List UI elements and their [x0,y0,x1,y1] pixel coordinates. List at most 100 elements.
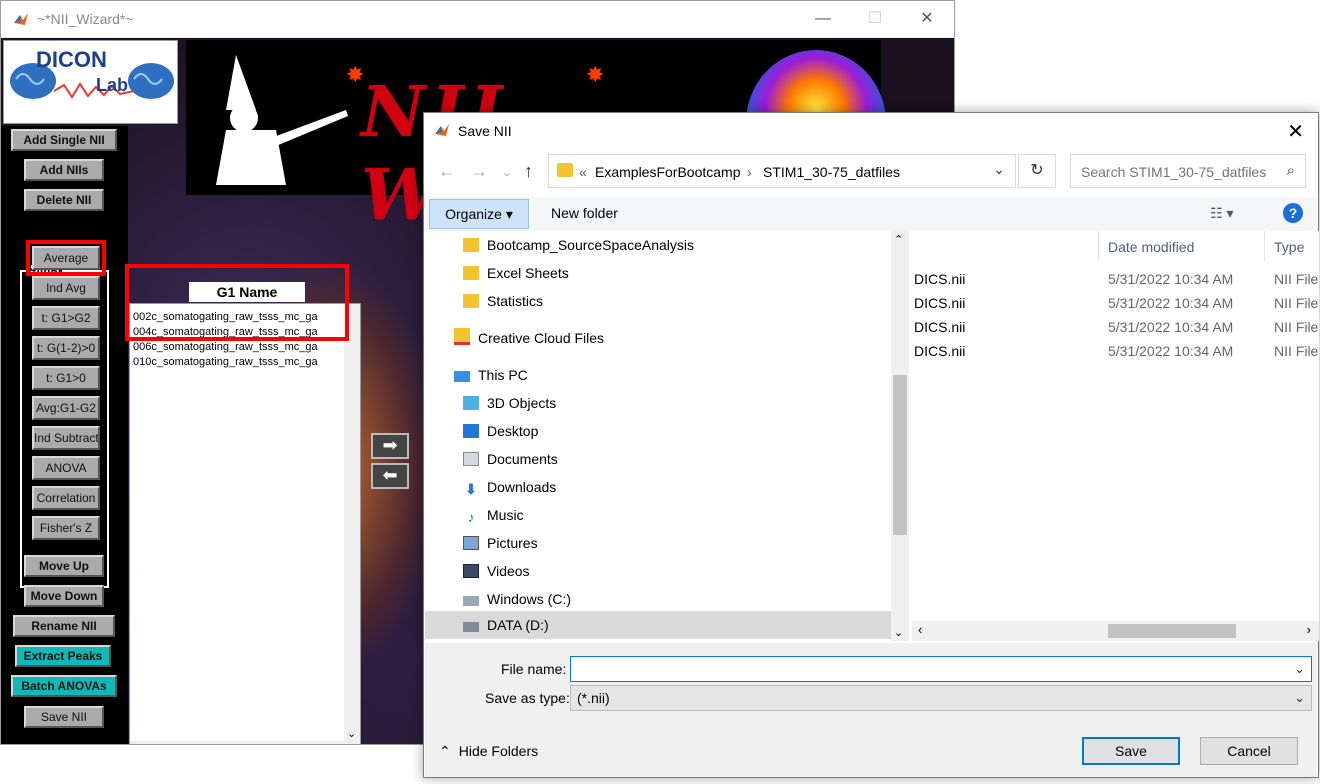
batch-anovas-button[interactable]: Batch ANOVAs [11,675,117,697]
chevron-down-icon[interactable]: ⌄ [347,727,356,740]
save-type-select[interactable]: (*.nii) ⌄ [570,685,1312,711]
correlation-button[interactable]: Correlation [32,486,100,510]
avg-g1-g2-button[interactable]: Avg:G1-G2 [32,396,100,420]
nav-item-pictures[interactable]: Pictures [463,531,538,555]
breadcrumb-overflow[interactable]: « [579,164,587,180]
scrollbar-thumb[interactable] [148,744,192,745]
nav-item-downloads[interactable]: ⬇ Downloads [463,475,556,499]
move-right-arrow-button[interactable]: ➡ [371,433,409,459]
save-nii-dialog: Save NII ✕ ← → ⌄ ↑ « ExamplesForBootcamp… [423,112,1319,778]
close-icon[interactable]: ✕ [917,9,937,29]
fishers-z-button[interactable]: Fisher's Z [32,516,100,540]
nav-item-this-pc[interactable]: This PC [454,363,528,387]
nav-item-label: This PC [478,367,528,383]
breadcrumb-item[interactable]: STIM1_30-75_datfiles [763,164,900,180]
t-g1-minus-2-button[interactable]: t: G(1-2)>0 [32,336,100,360]
maximize-icon[interactable]: ☐ [865,9,885,29]
search-box[interactable]: ⌕ [1070,154,1306,188]
t-g1-gt-g2-button[interactable]: t: G1>G2 [32,306,100,330]
chevron-right-icon[interactable]: › [336,741,340,744]
delete-nii-button[interactable]: Delete NII [24,189,104,211]
wizard-title: ~*NII_Wizard*~ [37,11,134,27]
save-nii-button[interactable]: Save NII [24,706,104,728]
hide-folders-button[interactable]: ⌃ Hide Folders [439,743,538,760]
nav-item-documents[interactable]: Documents [463,447,558,471]
nav-item-desktop[interactable]: Desktop [463,419,538,443]
view-options-icon[interactable]: ☷ ▾ [1210,205,1233,222]
nav-item-videos[interactable]: Videos [463,559,530,583]
nav-item-creative-cloud[interactable]: Creative Cloud Files [454,326,604,350]
chevron-down-icon[interactable]: ⌄ [1294,686,1305,710]
g1-file-list[interactable]: 002c_somatogating_raw_tsss_mc_ga 004c_so… [129,303,361,745]
address-bar[interactable]: « ExamplesForBootcamp › STIM1_30-75_datf… [548,154,1016,188]
minimize-icon[interactable]: — [813,9,833,29]
file-name-field[interactable]: ⌄ [570,656,1312,682]
chevron-left-icon[interactable]: ‹ [918,622,922,637]
chevron-down-icon[interactable]: ⌄ [993,161,1005,178]
nav-item-excel-sheets[interactable]: Excel Sheets [463,261,569,285]
file-horizontal-scrollbar[interactable]: ‹ › [912,621,1319,641]
chevron-down-icon[interactable]: ⌄ [894,626,903,639]
nav-item-music[interactable]: ♪ Music [463,503,524,527]
move-down-button[interactable]: Move Down [24,585,104,607]
ind-avg-button[interactable]: Ind Avg [32,276,100,300]
recent-chevron-icon[interactable]: ⌄ [502,165,512,179]
anova-button[interactable]: ANOVA [32,456,100,480]
chevron-up-icon[interactable]: ⌃ [894,233,903,246]
scrollbar-thumb[interactable] [893,375,907,535]
back-arrow-icon[interactable]: ← [438,161,456,182]
nav-scrollbar[interactable]: ⌃ ⌄ [891,231,909,641]
file-name[interactable]: DICS.nii [914,271,965,287]
forward-arrow-icon[interactable]: → [470,161,488,182]
nav-item-data-d[interactable]: DATA (D:) [463,613,549,637]
list-item[interactable]: 006c_somatogating_raw_tsss_mc_ga [130,340,345,355]
up-arrow-icon[interactable]: ↑ [524,161,533,182]
file-date: 5/31/2022 10:34 AM [1108,295,1234,311]
search-input[interactable] [1079,161,1273,183]
file-name[interactable]: DICS.nii [914,343,965,359]
wizard-titlebar: ~*NII_Wizard*~ — ☐ ✕ [1,1,954,37]
nav-item-3d-objects[interactable]: 3D Objects [463,391,556,415]
breadcrumb-item[interactable]: ExamplesForBootcamp [595,164,741,180]
add-single-nii-button[interactable]: Add Single NII [11,129,117,151]
file-name-label: File name: [501,661,567,677]
t-g1-gt-0-button[interactable]: t: G1>0 [32,366,100,390]
move-up-button[interactable]: Move Up [24,555,104,577]
list-vertical-scrollbar[interactable]: ⌄ [344,304,360,742]
file-list-pane: Date modified Type DICS.nii 5/31/2022 10… [912,231,1319,641]
nav-item-statistics[interactable]: Statistics [463,289,543,313]
add-niis-button[interactable]: Add NIIs [24,159,104,181]
ind-subtract-button[interactable]: Ind Subtract [32,426,100,450]
nav-item-windows-c[interactable]: Windows (C:) [463,587,571,611]
file-name[interactable]: DICS.nii [914,295,965,311]
save-button[interactable]: Save [1082,737,1180,765]
file-name[interactable]: DICS.nii [914,319,965,335]
cancel-button[interactable]: Cancel [1200,737,1298,765]
rename-nii-button[interactable]: Rename NII [13,615,115,637]
list-item[interactable]: 010c_somatogating_raw_tsss_mc_ga [130,355,345,370]
logo-text: DICON [36,47,107,72]
list-horizontal-scrollbar[interactable]: ‹ › [130,741,360,745]
music-icon: ♪ [467,509,475,525]
file-name-input[interactable] [575,660,1279,680]
refresh-icon[interactable]: ↻ [1018,154,1056,188]
logo-subtext: Lab [96,75,129,95]
dialog-footer: File name: ⌄ Save as type: (*.nii) ⌄ ⌃ Hi… [425,643,1317,777]
nav-item-bootcamp[interactable]: Bootcamp_SourceSpaceAnalysis [463,233,694,257]
scrollbar-thumb[interactable] [1108,624,1236,638]
close-icon[interactable]: ✕ [1287,119,1304,144]
chevron-right-icon[interactable]: › [1307,622,1311,637]
extract-peaks-button[interactable]: Extract Peaks [15,645,111,667]
move-left-arrow-button[interactable]: ⬅ [371,463,409,489]
chevron-down-icon[interactable]: ⌄ [1294,661,1305,677]
column-date-modified[interactable]: Date modified [1108,239,1194,255]
chevron-left-icon[interactable]: ‹ [134,741,138,744]
column-type[interactable]: Type [1274,239,1304,255]
folder-icon [463,266,479,280]
help-icon[interactable]: ? [1283,203,1303,223]
organize-button[interactable]: Organize ▾ [429,199,529,229]
new-folder-button[interactable]: New folder [551,205,618,221]
wizard-figure-icon [216,55,348,185]
matlab-icon [13,11,29,27]
videos-icon [463,564,479,578]
